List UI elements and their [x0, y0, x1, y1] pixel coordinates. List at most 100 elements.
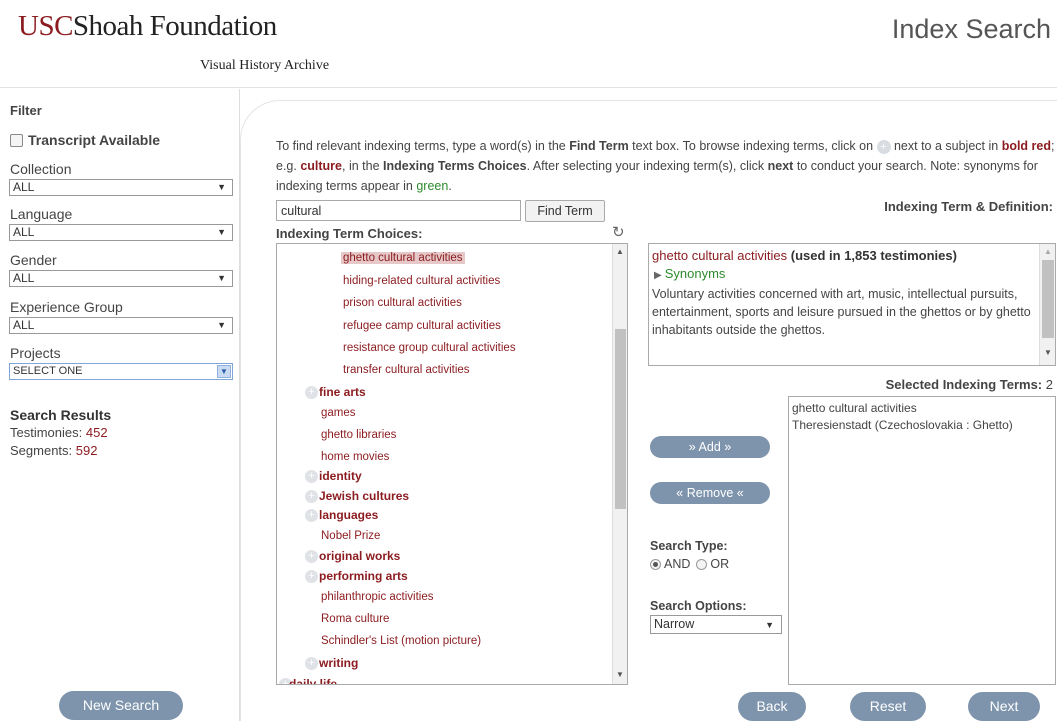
tree-item[interactable]: philanthropic activities	[321, 591, 434, 603]
search-options-select[interactable]: Narrow ▼	[650, 615, 782, 634]
tree-item[interactable]: original works	[319, 549, 400, 563]
scroll-up-icon[interactable]: ▲	[616, 247, 624, 256]
tree-item[interactable]: writing	[319, 656, 358, 670]
expand-plus-icon[interactable]: +	[305, 570, 318, 583]
and-label[interactable]: AND	[664, 557, 690, 571]
tree-item[interactable]: Jewish cultures	[319, 489, 409, 503]
refresh-icon[interactable]: ↻	[612, 223, 625, 241]
scroll-down-icon[interactable]: ▼	[1044, 348, 1052, 357]
and-radio[interactable]	[650, 558, 661, 570]
usc-shoah-logo[interactable]: USCShoah Foundation	[18, 10, 277, 43]
definition-term: ghetto cultural activities	[652, 248, 788, 263]
projects-select[interactable]: SELECT ONE ▼	[9, 363, 233, 380]
tree-item[interactable]: ghetto cultural activities	[341, 252, 465, 264]
tree-item[interactable]: Schindler's List (motion picture)	[321, 635, 481, 647]
expand-plus-icon[interactable]: +	[305, 386, 318, 399]
instr-green: green	[416, 179, 449, 193]
expand-plus-icon[interactable]: +	[305, 550, 318, 563]
selected-terms-list[interactable]: ghetto cultural activities Theresienstad…	[788, 396, 1056, 685]
tree-item[interactable]: performing arts	[319, 569, 408, 583]
synonyms-toggle[interactable]: ▶ Synonyms	[654, 266, 725, 281]
experience-group-select[interactable]: ALL ▼	[9, 317, 233, 334]
back-button[interactable]: Back	[738, 692, 806, 721]
remove-button[interactable]: « Remove «	[650, 482, 770, 504]
instr-next: next	[767, 159, 794, 173]
instr-part: To find relevant indexing terms, type a …	[276, 139, 570, 153]
language-value: ALL	[13, 225, 35, 239]
language-select[interactable]: ALL ▼	[9, 224, 233, 241]
definition-scrollbar[interactable]: ▲ ▼	[1039, 244, 1055, 365]
tree-item[interactable]: daily life	[289, 677, 337, 684]
gender-label: Gender	[10, 252, 57, 268]
next-button[interactable]: Next	[968, 692, 1040, 721]
instr-part: , in the	[342, 159, 384, 173]
tree-item[interactable]: resistance group cultural activities	[343, 342, 516, 354]
new-search-button[interactable]: New Search	[59, 691, 183, 720]
collection-select[interactable]: ALL ▼	[9, 179, 233, 196]
scrollbar-thumb[interactable]	[615, 329, 626, 509]
tree-item[interactable]: Nobel Prize	[321, 530, 380, 542]
expand-plus-icon[interactable]: +	[305, 490, 318, 503]
chevron-down-icon: ▼	[217, 320, 226, 330]
checkbox-icon[interactable]	[10, 133, 23, 147]
scroll-up-icon[interactable]: ▲	[1044, 247, 1052, 256]
scrollbar-thumb[interactable]	[1042, 260, 1054, 338]
add-button[interactable]: » Add »	[650, 436, 770, 458]
search-type-radios: AND OR	[650, 557, 729, 571]
filter-title: Filter	[10, 103, 42, 118]
expand-plus-icon[interactable]: +	[305, 509, 318, 522]
scroll-down-icon[interactable]: ▼	[616, 670, 624, 679]
instr-part: .	[448, 179, 452, 193]
tree-item[interactable]: home movies	[321, 451, 389, 463]
plus-icon: +	[876, 139, 891, 154]
tree-scrollbar[interactable]: ▲ ▼	[612, 244, 627, 684]
collection-value: ALL	[13, 180, 35, 194]
tree-item[interactable]: ghetto libraries	[321, 429, 396, 441]
tree-item[interactable]: refugee camp cultural activities	[343, 320, 501, 332]
tree-item[interactable]: fine arts	[319, 385, 366, 399]
gender-value: ALL	[13, 271, 35, 285]
triangle-right-icon[interactable]: ▶	[654, 270, 662, 281]
selected-term-item[interactable]: ghetto cultural activities	[792, 401, 917, 415]
selected-term-item[interactable]: Theresienstadt (Czechoslovakia : Ghetto)	[792, 418, 1013, 432]
segments-count: Segments: 592	[10, 443, 97, 458]
projects-label: Projects	[10, 345, 61, 361]
synonyms-label[interactable]: Synonyms	[665, 266, 726, 281]
indexing-term-tree[interactable]: ghetto cultural activities hiding-relate…	[276, 243, 628, 685]
filter-sidebar: Filter Transcript Available Collection A…	[0, 89, 240, 721]
definition-box: ghetto cultural activities (used in 1,85…	[648, 243, 1056, 366]
chevron-down-icon: ▼	[765, 620, 774, 630]
experience-group-value: ALL	[13, 318, 35, 332]
tree-item[interactable]: Roma culture	[321, 613, 389, 625]
expand-plus-icon[interactable]: +	[305, 470, 318, 483]
search-options-label: Search Options:	[650, 599, 747, 613]
instructions-text: To find relevant indexing terms, type a …	[276, 136, 1056, 196]
find-term-button[interactable]: Find Term	[525, 200, 605, 222]
instr-part: next to a subject in	[890, 139, 1002, 153]
or-label[interactable]: OR	[710, 557, 729, 571]
gender-select[interactable]: ALL ▼	[9, 270, 233, 287]
segments-label: Segments:	[10, 443, 73, 458]
testimonies-count: Testimonies: 452	[10, 425, 108, 440]
transcript-available-checkbox[interactable]: Transcript Available	[10, 132, 160, 148]
tree-item[interactable]: prison cultural activities	[343, 297, 462, 309]
or-radio[interactable]	[696, 558, 708, 570]
tree-item[interactable]: identity	[319, 469, 362, 483]
experience-group-label: Experience Group	[10, 299, 123, 315]
tree-item[interactable]: transfer cultural activities	[343, 364, 470, 376]
instr-part: . After selecting your indexing term(s),…	[526, 159, 768, 173]
tree-item[interactable]: games	[321, 407, 356, 419]
indexing-term-choices-label: Indexing Term Choices:	[276, 226, 423, 241]
tree-item[interactable]: hiding-related cultural activities	[343, 275, 500, 287]
selected-terms-count: 2	[1045, 377, 1053, 392]
expand-plus-icon[interactable]: +	[305, 657, 318, 670]
instr-part: text box. To browse indexing terms, clic…	[628, 139, 877, 153]
tree-item[interactable]: languages	[319, 508, 378, 522]
language-label: Language	[10, 206, 73, 222]
find-term-input[interactable]	[276, 200, 521, 221]
definition-label: Indexing Term & Definition:	[884, 199, 1053, 214]
selected-terms-label: Selected Indexing Terms: 2	[886, 377, 1053, 392]
instr-find-term: Find Term	[569, 139, 629, 153]
definition-text: Voluntary activities concerned with art,…	[652, 287, 1031, 337]
reset-button[interactable]: Reset	[850, 692, 926, 721]
